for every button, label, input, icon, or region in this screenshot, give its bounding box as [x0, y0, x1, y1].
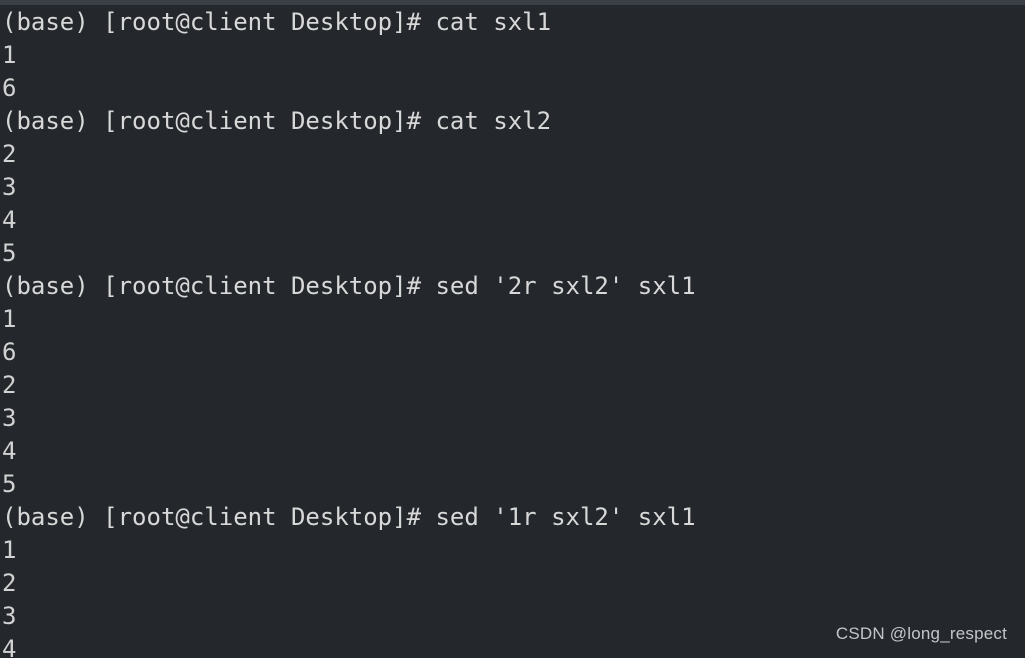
command-line: (base) [root@client Desktop]# cat sxl1 [2, 8, 552, 36]
output-line: 1 [2, 305, 17, 333]
csdn-watermark: CSDN @long_respect [835, 624, 1007, 643]
output-line: 1 [2, 536, 17, 564]
output-line: 4 [2, 206, 17, 234]
terminal-screen[interactable]: (base) [root@client Desktop]# cat sxl1 1 6… [0, 5, 1025, 658]
terminal-output-lines: (base) [root@client Desktop]# cat sxl1 1 6… [2, 6, 1025, 658]
output-line: 6 [2, 74, 17, 102]
command-line: (base) [root@client Desktop]# sed '1r sx… [2, 503, 696, 531]
terminal-window[interactable]: (base) [root@client Desktop]# cat sxl1 1 6… [0, 0, 1025, 658]
output-line: 4 [2, 437, 17, 465]
output-line: 5 [2, 470, 17, 498]
output-line: 3 [2, 173, 17, 201]
output-line: 1 [2, 41, 17, 69]
output-line: 2 [2, 371, 17, 399]
output-line: 3 [2, 404, 17, 432]
output-line: 2 [2, 569, 17, 597]
output-line: 5 [2, 239, 17, 267]
output-line: 6 [2, 338, 17, 366]
command-line: (base) [root@client Desktop]# cat sxl2 [2, 107, 552, 135]
command-line: (base) [root@client Desktop]# sed '2r sx… [2, 272, 696, 300]
output-line: 2 [2, 140, 17, 168]
